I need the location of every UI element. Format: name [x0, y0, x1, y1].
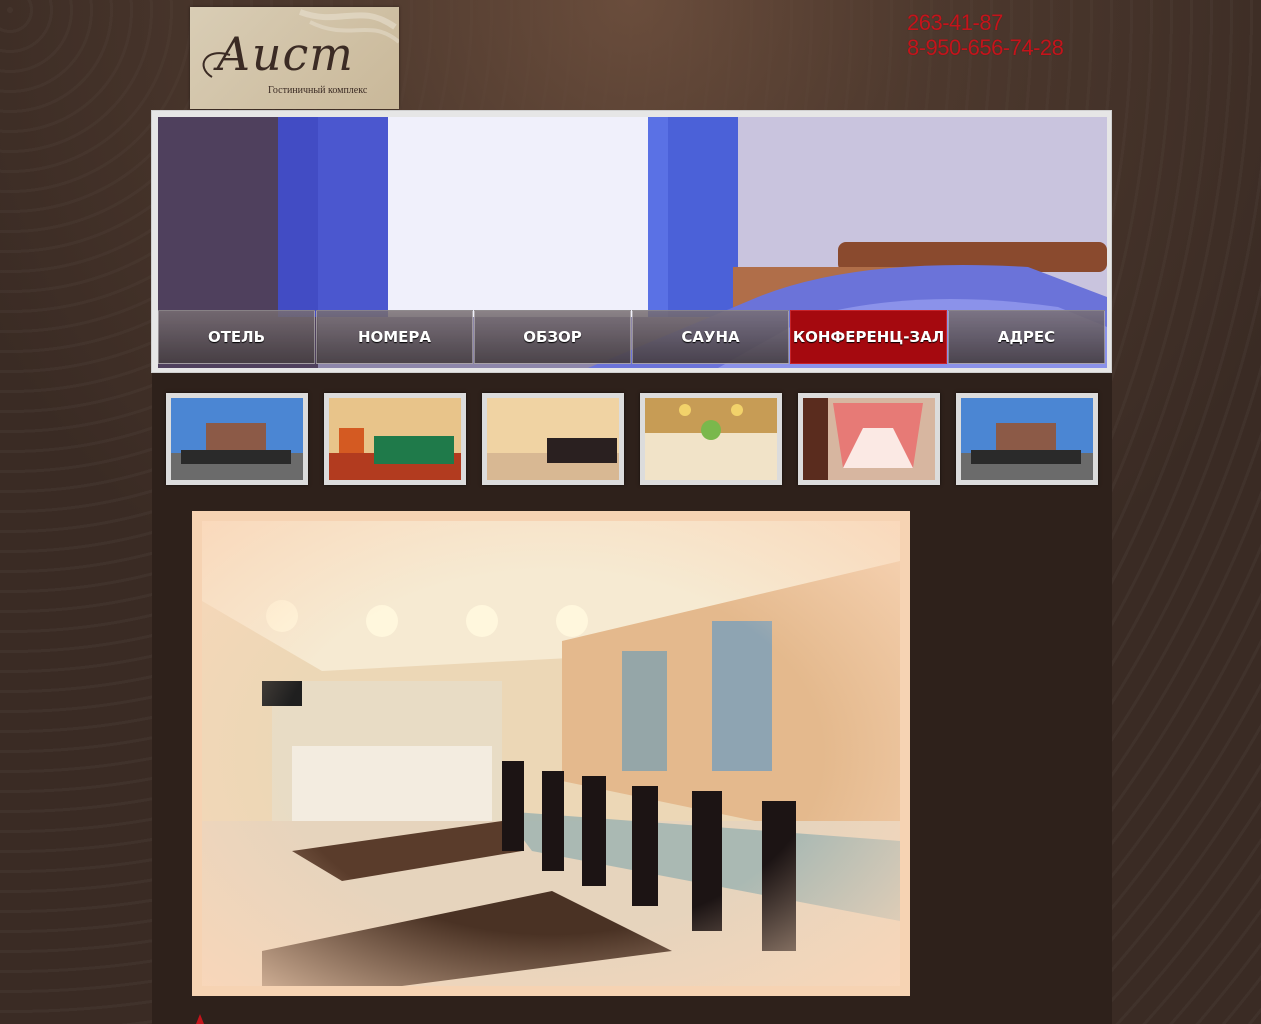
nav-item-conference-hall[interactable]: КОНФЕРЕНЦ-ЗАЛ [790, 310, 947, 364]
thumbnail-hotel-exterior[interactable] [166, 393, 308, 485]
thumbnail-image [961, 398, 1093, 480]
nav-item-rooms[interactable]: НОМЕРА [316, 310, 473, 364]
thumbnail-banquet[interactable] [640, 393, 782, 485]
thumbnail-image [171, 398, 303, 480]
thumbnail-hotel-exterior-2[interactable] [956, 393, 1098, 485]
photo-vignette [202, 521, 900, 986]
photo-thumbnails [166, 393, 1098, 485]
nav-item-address[interactable]: АДРЕС [948, 310, 1105, 364]
conference-hall-image [202, 521, 900, 986]
nav-item-overview[interactable]: ОБЗОР [474, 310, 631, 364]
logo-script-text: Аист [216, 27, 354, 81]
thumbnail-conference-hall[interactable] [482, 393, 624, 485]
thumbnail-image [803, 398, 935, 480]
red-marker-icon [196, 1014, 204, 1024]
thumbnail-curtained-window[interactable] [798, 393, 940, 485]
nav-item-hotel[interactable]: ОТЕЛЬ [158, 310, 315, 364]
phone-number-2: 8-950-656-74-28 [907, 35, 1064, 60]
main-navigation: ОТЕЛЬ НОМЕРА ОБЗОР САУНА КОНФЕРЕНЦ-ЗАЛ А… [158, 310, 1107, 367]
thumbnail-image [329, 398, 461, 480]
header-banner: ОТЕЛЬ НОМЕРА ОБЗОР САУНА КОНФЕРЕНЦ-ЗАЛ А… [151, 110, 1112, 373]
thumbnail-image [645, 398, 777, 480]
logo-subtitle: Гостиничный комплекс [268, 85, 368, 96]
thumbnail-image [487, 398, 619, 480]
conference-hall-main-photo [192, 511, 910, 996]
site-logo[interactable]: Аист Гостиничный комплекс [190, 7, 399, 109]
nav-item-sauna[interactable]: САУНА [632, 310, 789, 364]
phone-numbers: 263-41-87 8-950-656-74-28 [907, 10, 1064, 60]
thumbnail-billiard-room[interactable] [324, 393, 466, 485]
phone-number-1: 263-41-87 [907, 10, 1003, 35]
